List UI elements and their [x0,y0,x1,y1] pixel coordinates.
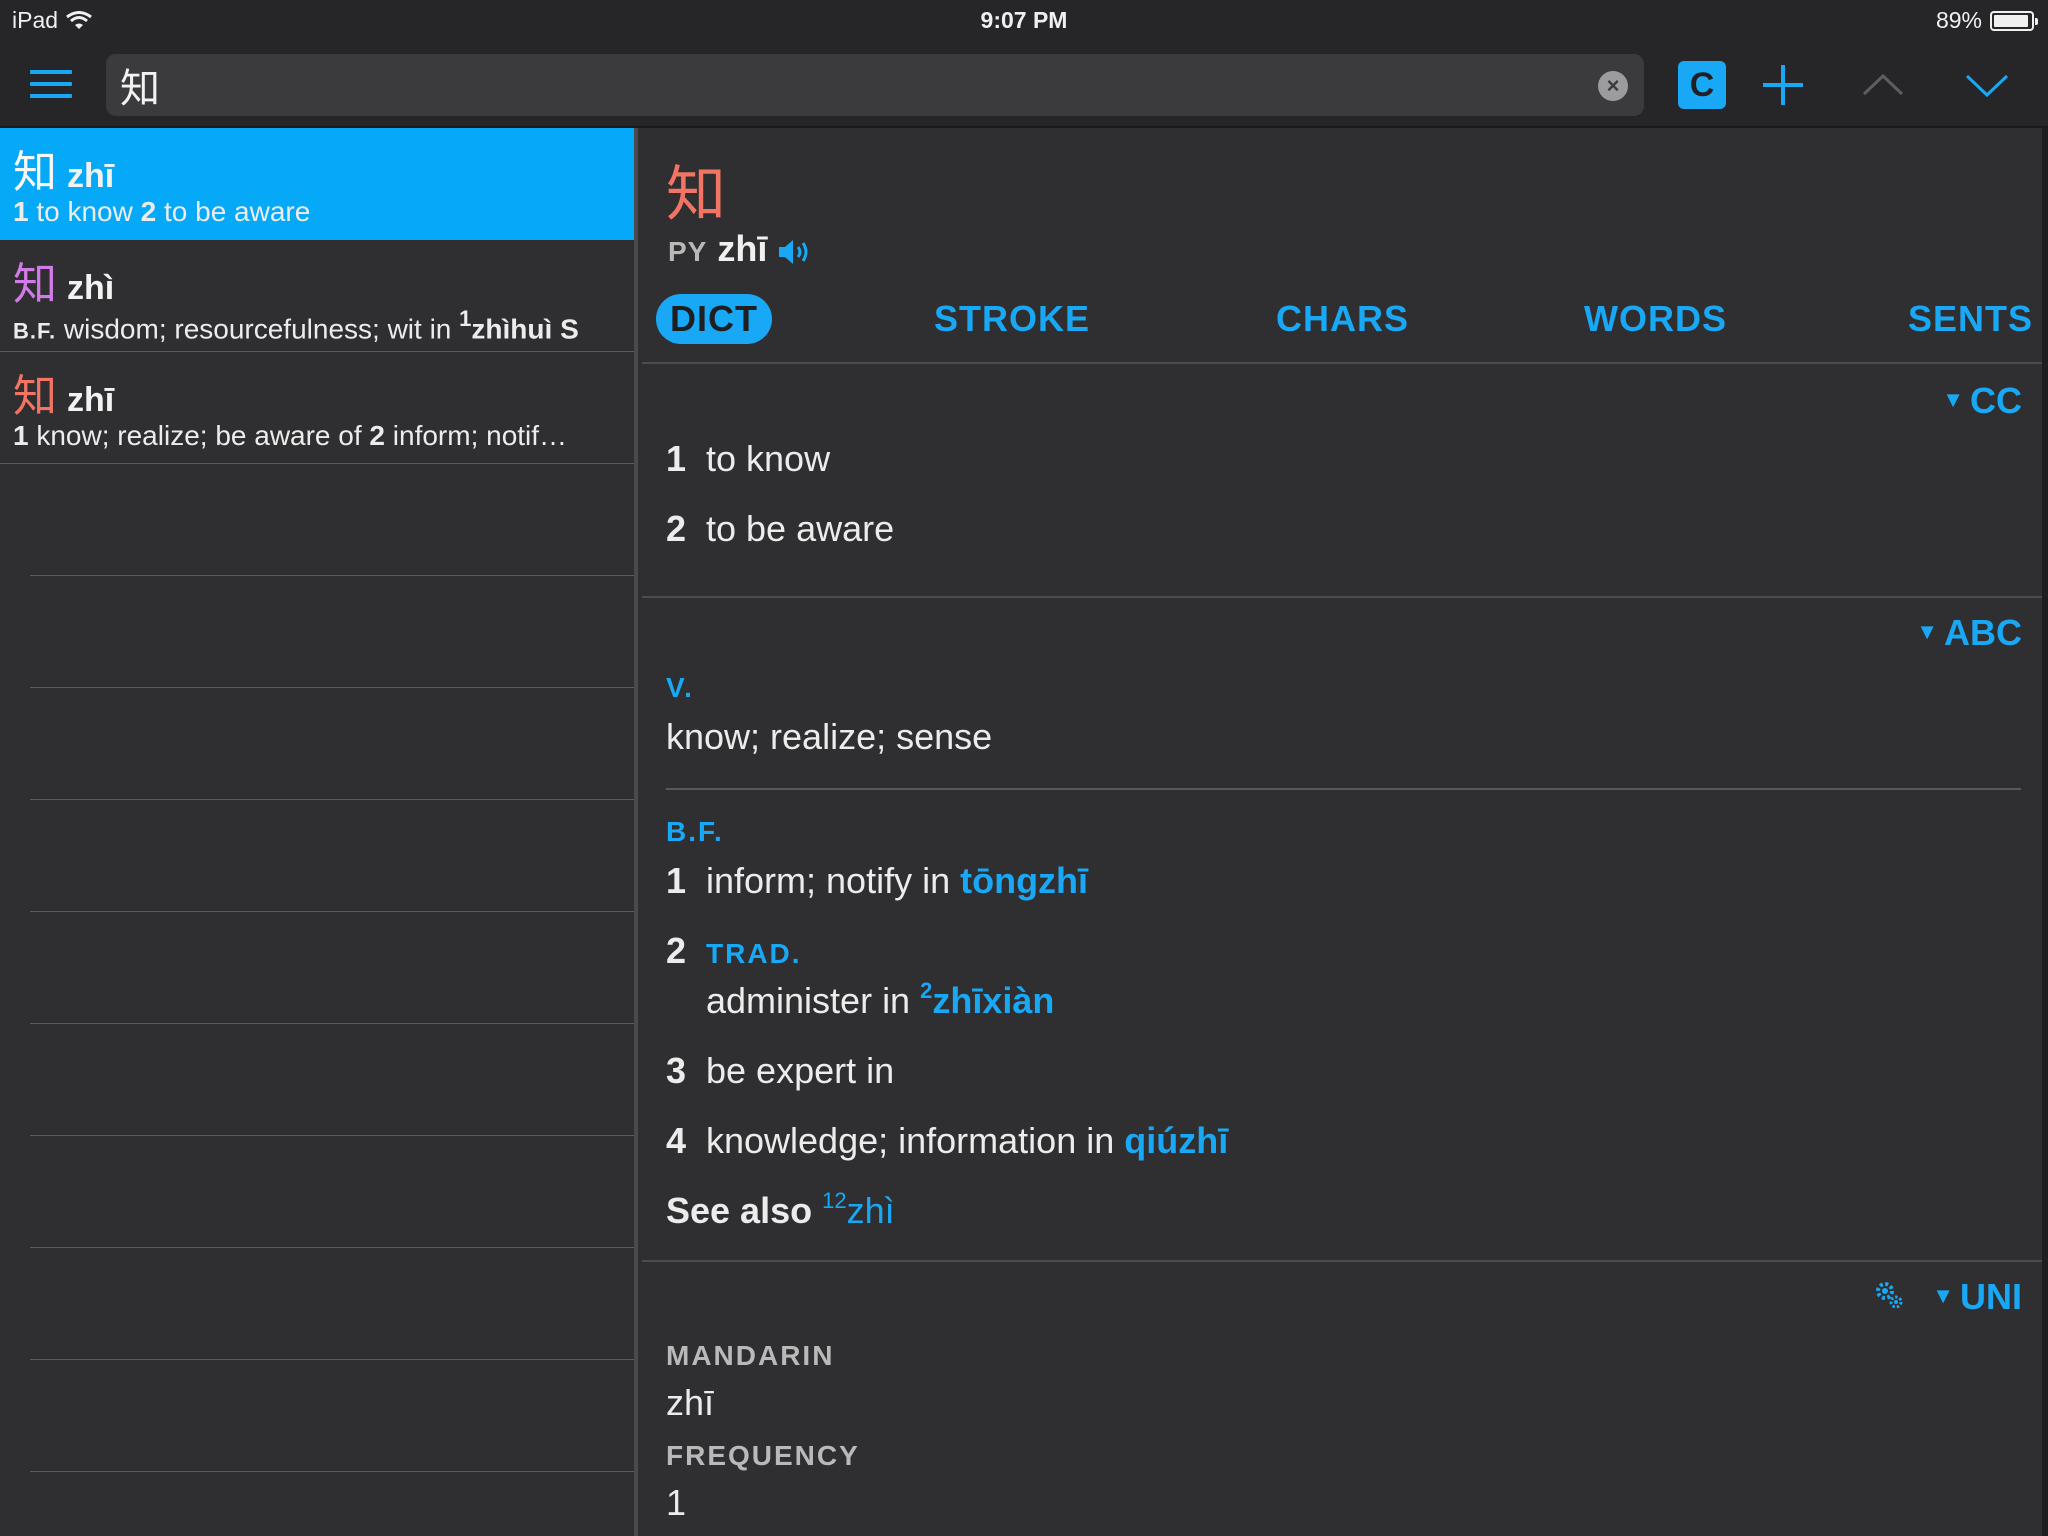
tab-stroke[interactable]: STROKE [934,294,1090,344]
result-definition: 1 to know 2 to be aware [13,196,311,227]
tab-sents[interactable]: SENTS [1908,294,2033,344]
detail-tabs: DICT STROKE CHARS WORDS SENTS [656,294,2036,350]
word-link[interactable]: 2zhīxiàn [920,978,1054,1021]
toolbar: × C [0,42,2048,128]
pinyin-line: PY zhī [668,228,813,270]
tab-chars[interactable]: CHARS [1276,294,1409,344]
cc-section-toggle[interactable]: ▼ CC [1942,380,2022,422]
mandarin-value: zhī [666,1382,715,1423]
list-item[interactable]: 知 zhì B.F. wisdom; resourcefulness; wit … [0,240,634,352]
trad-tag: TRAD. [706,938,802,969]
abc-definition: know; realize; sense [666,716,993,757]
frequency-value: 1 [666,1482,687,1523]
pinyin-tag: PY [668,236,708,267]
clear-search-button[interactable]: × [1598,71,1628,101]
divider [642,596,2042,598]
divider [642,1260,2042,1262]
abc-section-toggle[interactable]: ▼ ABC [1916,612,2022,654]
clipboard-c-button[interactable]: C [1678,61,1726,109]
see-also-link[interactable]: 12zhì [822,1188,895,1231]
result-definition: B.F. wisdom; resourcefulness; wit in 1zh… [13,308,579,345]
status-bar: iPad 9:07 PM 89% [0,0,2048,42]
divider [642,362,2042,364]
empty-row [30,912,634,1024]
search-input[interactable] [120,60,1570,110]
result-hanzi: 知 [13,259,57,310]
empty-row [30,1136,634,1248]
part-of-speech: V. [666,672,694,703]
result-pinyin: zhì [67,269,115,307]
chevron-down-icon[interactable] [1962,62,2012,108]
tab-dict[interactable]: DICT [656,294,772,344]
empty-row [30,800,634,912]
empty-row [30,1024,634,1136]
menu-icon[interactable] [30,70,72,100]
result-definition: 1 know; realize; be aware of 2 inform; n… [13,420,568,451]
mandarin-label: MANDARIN [666,1340,835,1371]
entry-hanzi: 知 [666,160,726,230]
abc-sense: 2 TRAD. [666,930,802,971]
empty-row [30,1360,634,1472]
tab-words[interactable]: WORDS [1584,294,1727,344]
abc-sense: 1 inform; notify in tōngzhī [666,860,1089,901]
status-right: 89% [1935,7,2038,34]
empty-row [30,688,634,800]
frequency-label: FREQUENCY [666,1440,860,1471]
results-list: 知 zhī 1 to know 2 to be aware 知 zhì B.F.… [0,128,638,1536]
scrollbar[interactable] [2042,128,2048,1536]
speaker-icon[interactable] [777,237,813,267]
cc-sense: 2 to be aware [666,508,895,549]
empty-row [30,576,634,688]
abc-sense: 4 knowledge; information in qiúzhī [666,1120,1229,1161]
plus-icon[interactable] [1760,62,1806,108]
word-link[interactable]: qiúzhī [1124,1120,1228,1161]
status-time: 9:07 PM [980,7,1068,33]
cc-sense: 1 to know [666,438,831,479]
result-pinyin: zhī [67,381,115,419]
abc-sense-text: administer in 2zhīxiàn [706,978,1055,1021]
empty-row [30,464,634,576]
list-item[interactable]: 知 zhī 1 know; realize; be aware of 2 inf… [0,352,634,464]
abc-sense: 3 be expert in [666,1050,895,1091]
divider [666,788,2021,790]
part-of-speech: B.F. [666,816,724,847]
list-item[interactable]: 知 zhī 1 to know 2 to be aware [0,128,634,240]
gear-icon[interactable] [1874,1280,1904,1310]
word-link[interactable]: tōngzhī [960,860,1088,901]
chevron-up-icon[interactable] [1860,62,1906,108]
battery-icon [1990,10,2038,31]
uni-section-toggle[interactable]: ▼ UNI [1932,1276,2022,1318]
result-hanzi: 知 [13,371,57,422]
empty-row [30,1248,634,1360]
result-pinyin: zhī [67,157,115,195]
see-also: See also 12zhì [666,1188,895,1231]
result-hanzi: 知 [13,147,57,198]
entry-pinyin: zhī [717,228,768,269]
search-box: × [106,54,1644,116]
entry-detail: 知 PY zhī DICT STROKE CHARS WORDS SENTS ▼… [642,128,2048,1536]
battery-percent: 89% [1935,7,1982,33]
